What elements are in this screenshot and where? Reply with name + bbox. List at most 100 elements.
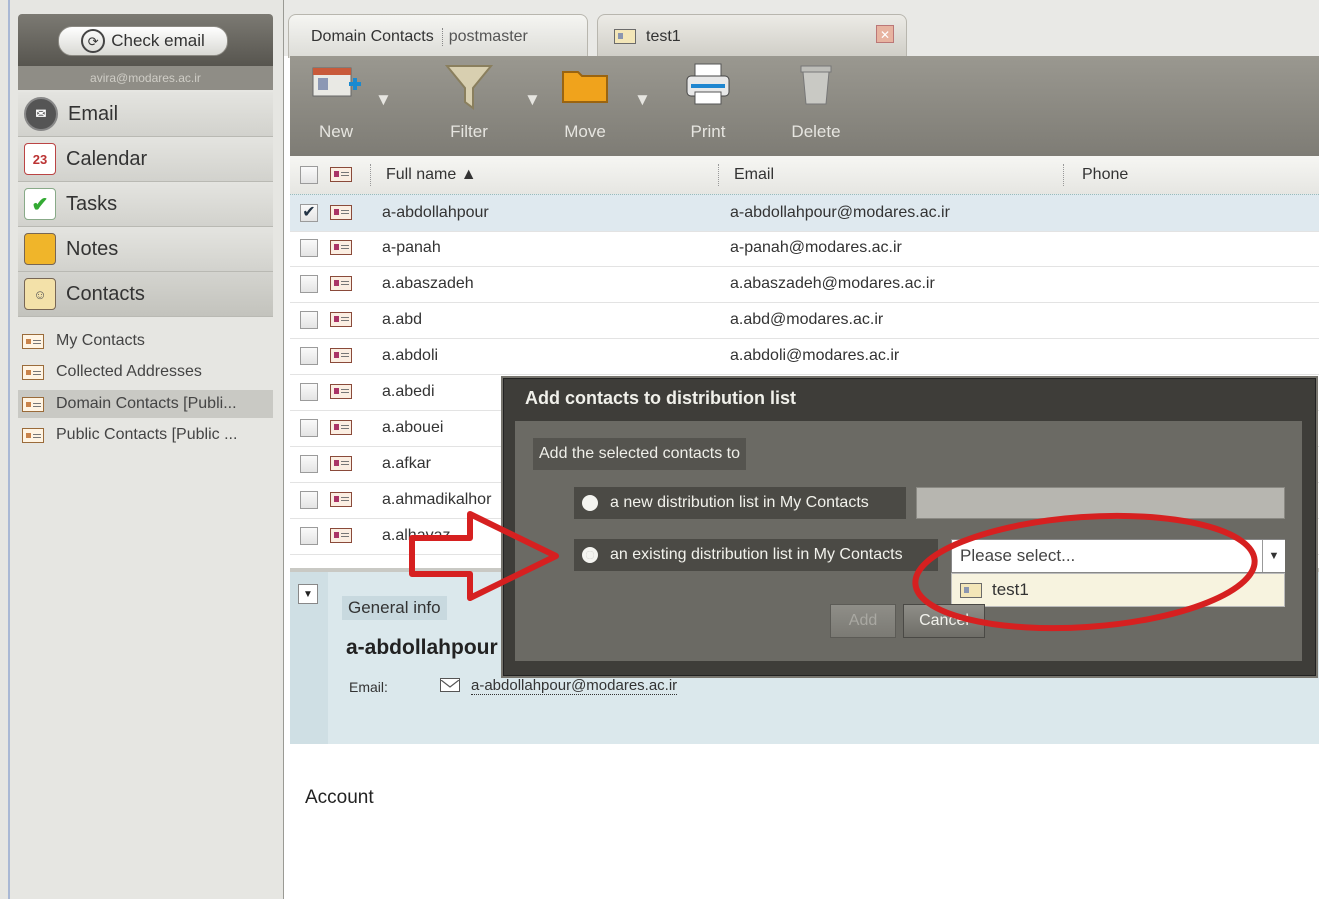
shared-address-book-icon bbox=[22, 427, 44, 443]
column-email[interactable]: Email bbox=[734, 156, 774, 194]
table-row[interactable]: a.abaszadeh a.abaszadeh@modares.ac.ir bbox=[290, 266, 1319, 303]
nav-contacts[interactable]: ☺ Contacts bbox=[18, 272, 273, 317]
tab-test1[interactable]: test1 bbox=[597, 14, 907, 58]
chevron-down-icon[interactable]: ▼ bbox=[1262, 540, 1285, 572]
folder-collected-addresses[interactable]: Collected Addresses bbox=[18, 358, 273, 386]
cancel-button[interactable]: Cancel bbox=[903, 604, 985, 638]
contact-card-icon bbox=[330, 420, 352, 435]
existing-list-radio-option[interactable]: an existing distribution list in My Cont… bbox=[574, 539, 938, 571]
folder-my-contacts[interactable]: My Contacts bbox=[18, 327, 273, 355]
contact-card-icon bbox=[330, 205, 352, 220]
column-fullname[interactable]: Full name ▲ bbox=[386, 156, 477, 194]
account-heading: Account bbox=[305, 787, 374, 808]
general-info-heading: General info bbox=[342, 596, 447, 620]
new-button[interactable]: New bbox=[303, 62, 369, 148]
chevron-down-icon[interactable]: ▼ bbox=[524, 90, 541, 110]
row-checkbox[interactable] bbox=[300, 275, 318, 293]
contact-name: a-abdollahpour bbox=[346, 636, 498, 659]
print-button[interactable]: Print bbox=[680, 62, 736, 148]
select-all-checkbox[interactable] bbox=[300, 166, 318, 184]
chevron-down-icon[interactable]: ▼ bbox=[634, 90, 651, 110]
tab-label: test1 bbox=[646, 27, 681, 45]
add-button[interactable]: Add bbox=[830, 604, 896, 638]
filter-button[interactable]: Filter bbox=[424, 62, 514, 148]
row-checkbox[interactable] bbox=[300, 527, 318, 545]
filter-label: Filter bbox=[450, 122, 488, 141]
nav-tasks[interactable]: ✔ Tasks bbox=[18, 182, 273, 227]
existing-list-label: an existing distribution list in My Cont… bbox=[610, 546, 903, 563]
nav-calendar[interactable]: 23 Calendar bbox=[18, 137, 273, 182]
contact-card-icon bbox=[330, 348, 352, 363]
check-email-button[interactable]: ⟳ Check email bbox=[58, 26, 228, 56]
contact-type-icon bbox=[330, 167, 352, 182]
contact-card-icon bbox=[330, 528, 352, 543]
dropdown-option-test1[interactable]: test1 bbox=[951, 573, 1285, 607]
row-checkbox[interactable] bbox=[300, 455, 318, 473]
new-list-radio-option[interactable]: a new distribution list in My Contacts bbox=[574, 487, 906, 519]
row-name: a.abaszadeh bbox=[382, 275, 474, 292]
row-name: a-abdollahpour bbox=[382, 204, 489, 221]
envelope-icon bbox=[440, 678, 460, 692]
contact-card-icon bbox=[330, 456, 352, 471]
folder-label: Public Contacts [Public ... bbox=[56, 426, 238, 443]
nav-contacts-label: Contacts bbox=[66, 282, 145, 305]
grid-header: Full name ▲ Email Phone bbox=[290, 156, 1319, 195]
trash-icon bbox=[800, 65, 832, 105]
radio-selected[interactable] bbox=[582, 547, 598, 563]
chevron-down-icon[interactable]: ▼ bbox=[375, 90, 392, 110]
close-tab-icon[interactable]: ✕ bbox=[876, 25, 894, 43]
nav-email[interactable]: ✉ Email bbox=[18, 92, 273, 137]
refresh-icon: ⟳ bbox=[81, 29, 106, 53]
row-checkbox[interactable]: ✔ bbox=[300, 204, 318, 222]
row-checkbox[interactable] bbox=[300, 311, 318, 329]
dialog-subtitle: Add the selected contacts to bbox=[533, 438, 747, 470]
checkmark-icon: ✔ bbox=[24, 188, 56, 220]
contact-card-icon bbox=[330, 240, 352, 255]
row-name: a.afkar bbox=[382, 455, 431, 472]
distribution-list-select[interactable]: Please select... bbox=[951, 539, 1285, 573]
row-name: a.ahmadikalhor bbox=[382, 491, 492, 508]
tab-domain-contacts[interactable]: Domain Contacts postmaster bbox=[288, 14, 588, 58]
row-checkbox[interactable] bbox=[300, 491, 318, 509]
folder-public-contacts[interactable]: Public Contacts [Public ... bbox=[18, 421, 273, 449]
folder-label: Collected Addresses bbox=[56, 363, 202, 380]
tab-label: Domain Contacts bbox=[311, 27, 434, 45]
table-row[interactable]: a.abdoli a.abdoli@modares.ac.ir bbox=[290, 338, 1319, 375]
new-list-label: a new distribution list in My Contacts bbox=[610, 494, 869, 511]
nav-notes[interactable]: Notes bbox=[18, 227, 273, 272]
row-checkbox[interactable] bbox=[300, 239, 318, 257]
contact-email-link[interactable]: a-abdollahpour@modares.ac.ir bbox=[471, 677, 678, 695]
new-list-name-input[interactable] bbox=[916, 487, 1285, 519]
radio-unselected[interactable] bbox=[582, 495, 598, 511]
folder-domain-contacts[interactable]: Domain Contacts [Publi... bbox=[18, 390, 273, 418]
row-name: a.abouei bbox=[382, 419, 444, 436]
printer-icon bbox=[686, 63, 730, 105]
notes-icon bbox=[24, 233, 56, 265]
distribution-list-icon bbox=[614, 29, 636, 44]
row-checkbox[interactable] bbox=[300, 383, 318, 401]
folder-label: My Contacts bbox=[56, 332, 145, 349]
new-contact-icon bbox=[312, 67, 361, 97]
table-row[interactable]: a-panah a-panah@modares.ac.ir bbox=[290, 230, 1319, 267]
folder-label: Domain Contacts [Publi... bbox=[56, 395, 237, 412]
row-checkbox[interactable] bbox=[300, 419, 318, 437]
nav-email-label: Email bbox=[68, 102, 119, 125]
address-book-icon bbox=[22, 364, 44, 380]
email-icon: ✉ bbox=[24, 97, 58, 131]
contact-card-icon bbox=[330, 312, 352, 327]
row-email: a.abd@modares.ac.ir bbox=[730, 311, 884, 328]
move-button[interactable]: Move bbox=[556, 62, 614, 148]
contacts-icon: ☺ bbox=[24, 278, 56, 310]
row-email: a-panah@modares.ac.ir bbox=[730, 239, 902, 256]
collapse-toggle-icon[interactable]: ▼ bbox=[298, 584, 318, 604]
row-name: a-panah bbox=[382, 239, 441, 256]
contact-card-icon bbox=[330, 276, 352, 291]
folder-icon bbox=[562, 71, 608, 103]
table-row[interactable]: ✔ a-abdollahpour a-abdollahpour@modares.… bbox=[290, 194, 1319, 232]
delete-button[interactable]: Delete bbox=[786, 62, 846, 148]
table-row[interactable]: a.abd a.abd@modares.ac.ir bbox=[290, 302, 1319, 339]
column-phone[interactable]: Phone bbox=[1082, 156, 1128, 194]
dialog-title: Add contacts to distribution list bbox=[525, 388, 796, 408]
row-checkbox[interactable] bbox=[300, 347, 318, 365]
distribution-list-icon bbox=[960, 582, 982, 598]
